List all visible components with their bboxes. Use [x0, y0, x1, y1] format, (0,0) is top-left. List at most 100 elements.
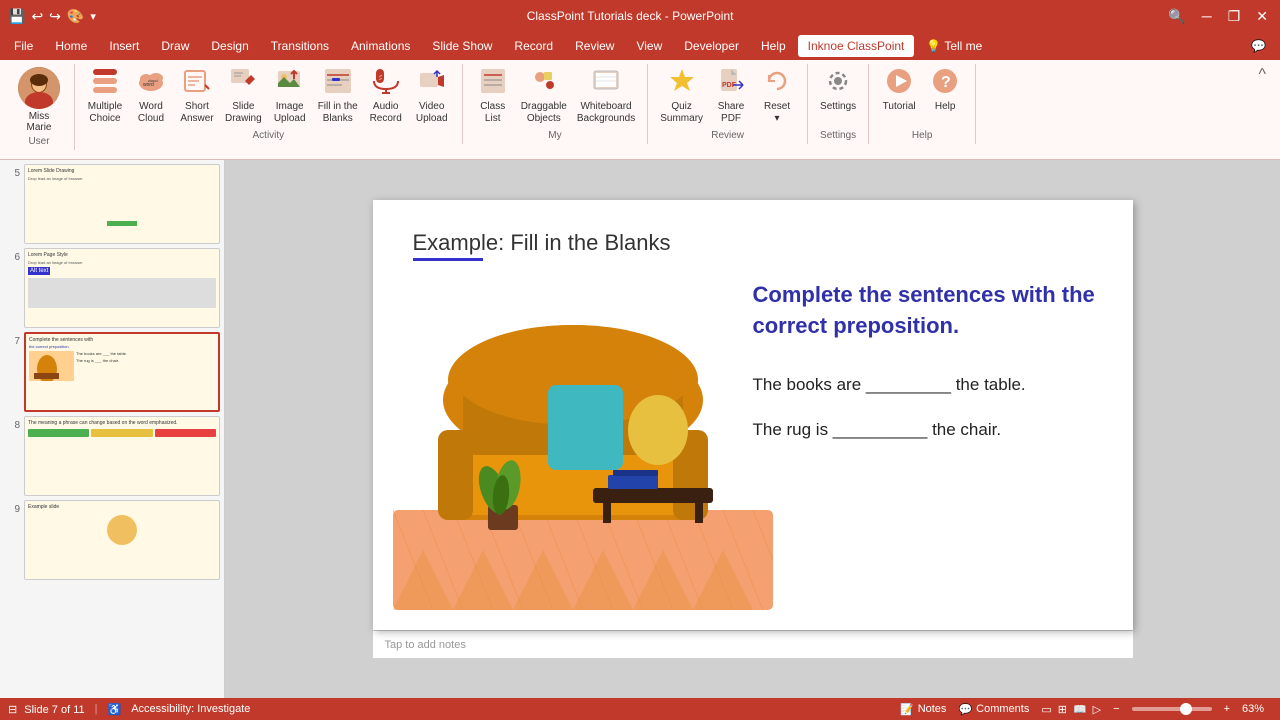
- slide-icon: ⊟: [8, 704, 17, 716]
- slide-thumb-9[interactable]: 9 Example slide: [4, 500, 220, 580]
- ribbon-group-my: ClassList DraggableObjects: [467, 64, 649, 144]
- help-group-label: Help: [912, 130, 933, 144]
- menu-design[interactable]: Design: [201, 35, 258, 57]
- slide-preview-inner-5: Lorem Slide Drawing Drop lead an image o…: [25, 165, 219, 243]
- user-name-label: MissMarie: [26, 111, 51, 133]
- slide-preview-8[interactable]: The meaning a phrase can change based on…: [24, 416, 220, 496]
- whiteboard-bg-label: WhiteboardBackgrounds: [577, 101, 635, 125]
- redo-icon[interactable]: ↪: [49, 8, 61, 25]
- audio-record-icon: [372, 67, 400, 99]
- slide-sentence-2: The rug is __________ the chair.: [753, 417, 1103, 443]
- window-title: ClassPoint Tutorials deck - PowerPoint: [96, 9, 1164, 23]
- class-list-label: ClassList: [480, 101, 505, 125]
- title-bar: 💾 ↩ ↪ 🎨 ▾ ClassPoint Tutorials deck - Po…: [0, 0, 1280, 32]
- menu-draw[interactable]: Draw: [151, 35, 199, 57]
- accessibility-text: Accessibility: Investigate: [131, 703, 250, 715]
- image-upload-button[interactable]: ImageUpload: [268, 64, 312, 128]
- class-list-icon: [479, 67, 507, 99]
- slide-num-7: 7: [4, 336, 20, 347]
- menu-transitions[interactable]: Transitions: [261, 35, 339, 57]
- zoom-slider[interactable]: [1132, 707, 1212, 711]
- menu-developer[interactable]: Developer: [674, 35, 749, 57]
- zoom-plus[interactable]: +: [1224, 703, 1230, 715]
- menu-record[interactable]: Record: [504, 35, 563, 57]
- whiteboard-bg-button[interactable]: WhiteboardBackgrounds: [573, 64, 639, 128]
- slide-sorter-icon[interactable]: ⊞: [1058, 703, 1067, 716]
- ribbon-group-user: MissMarie User: [8, 64, 75, 150]
- slide-preview-9[interactable]: Example slide: [24, 500, 220, 580]
- menu-tellme[interactable]: 💡Tell me: [916, 35, 992, 57]
- fill-blanks-button[interactable]: Fill in theBlanks: [314, 64, 362, 128]
- ribbon-group-activity: MultipleChoice word cloud WordCloud: [79, 64, 463, 144]
- svg-text:cloud: cloud: [148, 78, 158, 83]
- zoom-percent[interactable]: 63%: [1242, 703, 1272, 715]
- slide-num-6: 6: [4, 252, 20, 263]
- notes-icon: 📝: [900, 703, 914, 716]
- multiple-choice-button[interactable]: MultipleChoice: [83, 64, 127, 128]
- slideshow-icon[interactable]: ▷: [1093, 703, 1101, 716]
- slide-thumb-7[interactable]: 7 Complete the sentences with the correc…: [4, 332, 220, 412]
- help-button[interactable]: ? Help: [923, 64, 967, 116]
- quiz-summary-button[interactable]: QuizSummary: [656, 64, 707, 128]
- undo-icon[interactable]: ↩: [31, 8, 43, 25]
- ribbon: MissMarie User MultipleChoice: [0, 60, 1280, 160]
- share-pdf-icon: PDF: [717, 67, 745, 99]
- video-upload-button[interactable]: VideoUpload: [410, 64, 454, 128]
- quick-access-toolbar: 💾 ↩ ↪ 🎨 ▾: [8, 8, 96, 25]
- slide-drawing-icon: [229, 67, 257, 99]
- save-icon[interactable]: 💾: [8, 8, 25, 25]
- ribbon-group-settings: Settings Settings: [812, 64, 869, 144]
- short-answer-icon: [183, 67, 211, 99]
- restore-button[interactable]: ❐: [1224, 8, 1245, 25]
- short-answer-button[interactable]: ShortAnswer: [175, 64, 219, 128]
- settings-button[interactable]: Settings: [816, 64, 860, 116]
- search-icon[interactable]: 🔍: [1164, 8, 1189, 25]
- settings-icon: [824, 67, 852, 99]
- share-pdf-label: SharePDF: [718, 101, 745, 125]
- customize-icon[interactable]: 🎨: [67, 8, 84, 25]
- reset-button[interactable]: Reset▾: [755, 64, 799, 128]
- normal-view-icon[interactable]: ▭: [1041, 703, 1051, 716]
- tutorial-button[interactable]: Tutorial: [877, 64, 921, 116]
- menu-file[interactable]: File: [4, 35, 43, 57]
- review-buttons: QuizSummary PDF SharePDF: [656, 64, 799, 130]
- user-profile-button[interactable]: MissMarie: [12, 64, 66, 136]
- word-cloud-label: WordCloud: [138, 101, 164, 125]
- share-pdf-button[interactable]: PDF SharePDF: [709, 64, 753, 128]
- zoom-minus[interactable]: −: [1113, 703, 1119, 715]
- menu-help[interactable]: Help: [751, 35, 796, 57]
- close-button[interactable]: ✕: [1252, 8, 1272, 25]
- slide-thumb-8[interactable]: 8 The meaning a phrase can change based …: [4, 416, 220, 496]
- notes-button[interactable]: 📝 Notes: [900, 703, 946, 716]
- menu-review[interactable]: Review: [565, 35, 624, 57]
- word-cloud-button[interactable]: word cloud WordCloud: [129, 64, 173, 128]
- menu-animations[interactable]: Animations: [341, 35, 420, 57]
- share-button[interactable]: 💬: [1241, 35, 1276, 57]
- menu-home[interactable]: Home: [45, 35, 97, 57]
- menu-slideshow[interactable]: Slide Show: [422, 35, 502, 57]
- menu-insert[interactable]: Insert: [99, 35, 149, 57]
- draggable-objects-label: DraggableObjects: [521, 101, 567, 125]
- comments-button[interactable]: 💬 Comments: [958, 703, 1029, 716]
- menu-view[interactable]: View: [626, 35, 672, 57]
- slide-preview-6[interactable]: Lorem Page Style Drop lead an image of b…: [24, 248, 220, 328]
- slide-count: Slide 7 of 11: [24, 704, 84, 716]
- slide-thumb-5[interactable]: 5 Lorem Slide Drawing Drop lead an image…: [4, 164, 220, 244]
- comments-icon: 💬: [958, 703, 972, 716]
- slide-preview-7[interactable]: Complete the sentences with the correct …: [24, 332, 220, 412]
- draggable-objects-button[interactable]: DraggableObjects: [517, 64, 571, 128]
- slide-thumb-6[interactable]: 6 Lorem Page Style Drop lead an image of…: [4, 248, 220, 328]
- audio-record-button[interactable]: AudioRecord: [364, 64, 408, 128]
- slide-canvas[interactable]: Example: Fill in the Blanks: [373, 200, 1133, 630]
- slide-preview-5[interactable]: Lorem Slide Drawing Drop lead an image o…: [24, 164, 220, 244]
- notes-bar[interactable]: Tap to add notes: [373, 630, 1133, 658]
- review-group-label: Review: [711, 130, 744, 144]
- minimize-button[interactable]: ─: [1198, 8, 1216, 24]
- class-list-button[interactable]: ClassList: [471, 64, 515, 128]
- notes-placeholder: Tap to add notes: [385, 639, 466, 651]
- reading-view-icon[interactable]: 📖: [1073, 703, 1087, 716]
- ribbon-collapse-button[interactable]: ^: [1252, 64, 1272, 86]
- slide-drawing-button[interactable]: SlideDrawing: [221, 64, 266, 128]
- lightbulb-icon: 💡: [926, 39, 941, 53]
- menu-classpoint[interactable]: Inknoe ClassPoint: [798, 35, 915, 57]
